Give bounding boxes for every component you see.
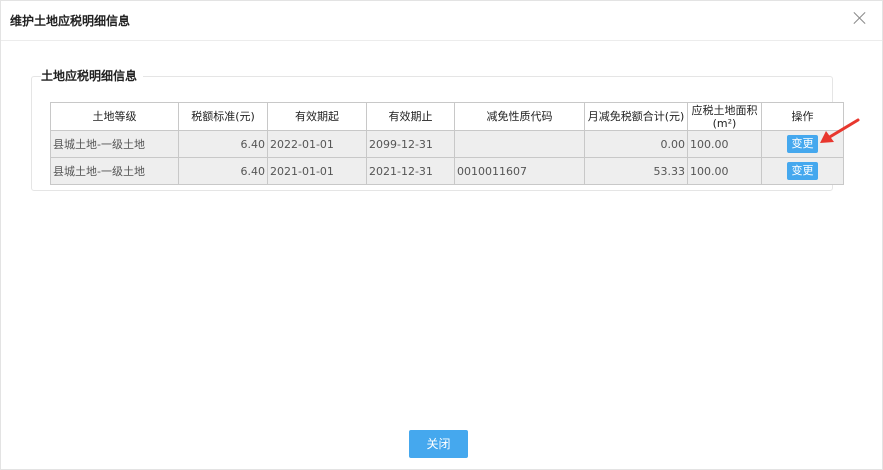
table-header-row: 土地等级 税额标准(元) 有效期起 有效期止 减免性质代码 月减免税额合计(元)… <box>50 102 844 131</box>
cell-land-grade: 县城土地-一级土地 <box>50 130 179 158</box>
arrow-icon <box>820 118 860 143</box>
dialog: 维护土地应税明细信息 土地应税明细信息 土地等级 税额标准(元) 有效期起 有效… <box>0 0 883 470</box>
header-exemption-code: 减免性质代码 <box>454 102 585 131</box>
cell-valid-to: 2099-12-31 <box>366 130 455 158</box>
header-valid-to: 有效期止 <box>366 102 455 131</box>
cell-tax-standard: 6.40 <box>178 157 268 185</box>
table-row: 县城土地-一级土地 6.40 2022-01-01 2099-12-31 0.0… <box>50 130 844 158</box>
cell-valid-from: 2021-01-01 <box>267 157 367 185</box>
cell-exemption-code: 0010011607 <box>454 157 585 185</box>
cell-action: 变更 <box>761 157 844 185</box>
header-valid-from: 有效期起 <box>267 102 367 131</box>
dialog-header: 维护土地应税明细信息 <box>1 1 882 41</box>
header-monthly-exemption: 月减免税额合计(元) <box>584 102 688 131</box>
header-taxable-area: 应税土地面积(m²) <box>687 102 762 131</box>
table-row: 县城土地-一级土地 6.40 2021-01-01 2021-12-31 001… <box>50 157 844 185</box>
change-button[interactable]: 变更 <box>787 135 818 153</box>
change-button[interactable]: 变更 <box>787 162 818 180</box>
cell-tax-standard: 6.40 <box>178 130 268 158</box>
cell-monthly-exemption: 0.00 <box>584 130 688 158</box>
cell-valid-from: 2022-01-01 <box>267 130 367 158</box>
header-tax-standard: 税额标准(元) <box>178 102 268 131</box>
section-legend: 土地应税明细信息 <box>41 67 144 84</box>
close-button[interactable]: 关闭 <box>409 430 468 458</box>
cell-valid-to: 2021-12-31 <box>366 157 455 185</box>
cell-exemption-code <box>454 130 585 158</box>
land-tax-table: 土地等级 税额标准(元) 有效期起 有效期止 减免性质代码 月减免税额合计(元)… <box>50 102 844 185</box>
dialog-title: 维护土地应税明细信息 <box>10 14 131 28</box>
cell-monthly-exemption: 53.33 <box>584 157 688 185</box>
header-land-grade: 土地等级 <box>50 102 179 131</box>
cell-taxable-area: 100.00 <box>687 130 762 158</box>
cell-taxable-area: 100.00 <box>687 157 762 185</box>
cell-land-grade: 县城土地-一级土地 <box>50 157 179 185</box>
close-icon[interactable] <box>852 10 868 26</box>
